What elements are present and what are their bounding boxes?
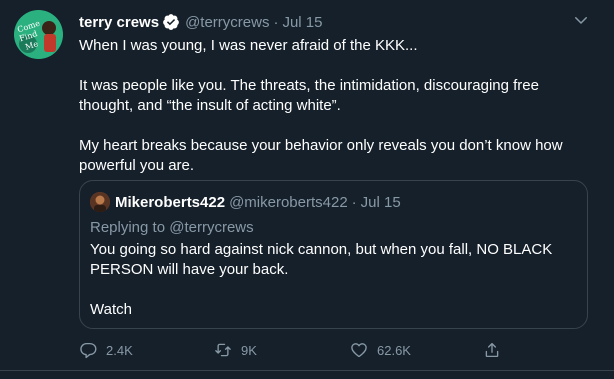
tweet-line: My heart breaks because your behavior on…: [79, 137, 563, 154]
chevron-down-icon[interactable]: [572, 11, 590, 29]
quoted-author-name: Mikeroberts422: [115, 193, 226, 211]
quoted-tweet-text: You going so hard against nick cannon, b…: [90, 240, 580, 320]
author-avatar[interactable]: Come Find Me: [14, 10, 63, 59]
tweet[interactable]: Come Find Me terry crews @terrycrews · J…: [0, 0, 614, 379]
replying-to-handle[interactable]: @terrycrews: [169, 219, 253, 236]
quoted-tweet[interactable]: Mikeroberts422 @mikeroberts422 · Jul 15 …: [79, 180, 588, 329]
tweet-header: terry crews @terrycrews · Jul 15: [79, 12, 323, 32]
quoted-header-separator: ·: [351, 193, 357, 211]
avatar-image: Come Find Me: [14, 10, 63, 59]
replying-to: Replying to @terrycrews: [90, 219, 254, 236]
like-count: 62.6K: [377, 342, 411, 358]
retweet-button[interactable]: 9K: [214, 340, 257, 360]
tweet-date[interactable]: Jul 15: [282, 14, 322, 31]
replying-to-prefix: Replying to: [90, 219, 170, 236]
quoted-tweet-line: Watch: [90, 301, 132, 318]
quoted-tweet-line: PERSON will have your back.: [90, 261, 289, 278]
tweet-line: It was people like you. The threats, the…: [79, 77, 539, 94]
reply-icon: [80, 342, 97, 359]
quoted-author-avatar: [90, 192, 110, 212]
retweet-count: 9K: [241, 342, 257, 358]
header-separator: ·: [273, 13, 279, 31]
verified-badge-icon: [162, 13, 180, 31]
tweet-line: When I was young, I was never afraid of …: [79, 37, 418, 54]
reply-button[interactable]: 2.4K: [79, 340, 133, 360]
author-handle[interactable]: @terrycrews: [185, 14, 269, 31]
retweet-icon: [215, 343, 231, 357]
quoted-tweet-header: Mikeroberts422 @mikeroberts422 · Jul 15: [90, 192, 401, 212]
quoted-tweet-date: Jul 15: [360, 193, 401, 211]
tweet-actions: 2.4K 9K 62.6K: [79, 340, 509, 360]
quoted-author-handle: @mikeroberts422: [229, 193, 348, 211]
tweet-line: thought, and “the insult of acting white…: [79, 97, 341, 114]
divider: [0, 370, 614, 371]
reply-count: 2.4K: [106, 342, 133, 358]
quoted-tweet-line: You going so hard against nick cannon, b…: [90, 241, 553, 258]
tweet-text: When I was young, I was never afraid of …: [79, 36, 589, 176]
tweet-line: powerful you are.: [79, 157, 195, 174]
author-name[interactable]: terry crews: [79, 14, 159, 31]
heart-icon: [351, 343, 367, 358]
like-button[interactable]: 62.6K: [350, 340, 411, 360]
share-icon: [485, 342, 499, 358]
share-button[interactable]: [483, 340, 501, 360]
